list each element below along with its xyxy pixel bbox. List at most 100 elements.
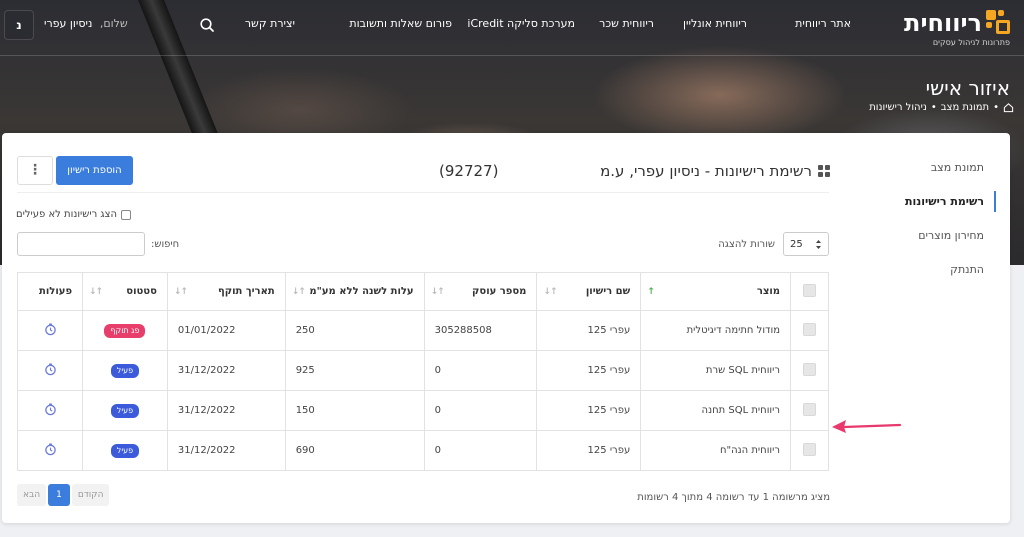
sort-icon: ↑↓	[430, 287, 445, 297]
more-options-button[interactable]: ⋮	[17, 156, 53, 185]
search-label: חיפוש:	[151, 238, 180, 250]
column-header-actions: פעולות	[16, 272, 84, 311]
cell-cost: 690	[284, 430, 425, 471]
side-menu: תמונת מצב רשימת רישיונות מחירון מוצרים ה…	[896, 159, 996, 295]
greeting-text: שלום,	[99, 17, 128, 30]
cell-business-no: 0	[423, 390, 538, 431]
cell-expiry: 31/12/2022	[166, 350, 286, 391]
sidebar-item-logout[interactable]: התנתק	[896, 261, 996, 278]
cell-expiry: 31/12/2022	[166, 430, 286, 471]
nav-item-site[interactable]: אתר ריווחית	[795, 17, 851, 30]
sort-icon: ↑↓	[89, 287, 103, 297]
arrow-icon	[832, 420, 902, 433]
logo[interactable]: ריווחית פתרונות לניהול עסקים	[898, 8, 1010, 48]
list-title: רשימת רישיונות - ניסיון עפרי, ע.מ	[600, 162, 830, 180]
breadcrumb-dashboard[interactable]: תמונת מצב	[941, 102, 989, 113]
cell-cost: 925	[284, 350, 425, 391]
status-badge: פעיל	[110, 363, 140, 378]
customer-number: (92727)	[439, 162, 499, 180]
nav-item-forum[interactable]: פורום שאלות ותשובות	[349, 17, 452, 30]
cell-product: ריווחית SQL תחנה	[640, 390, 792, 431]
pagination-page-1[interactable]: 1	[48, 484, 70, 506]
row-checkbox[interactable]	[803, 322, 817, 336]
rows-per-page: 25 שורות להצגה	[718, 232, 829, 256]
search-input[interactable]	[17, 232, 145, 256]
show-inactive-toggle: הצג רישיונות לא פעילים	[16, 209, 132, 220]
status-badge: פג תוקף	[104, 323, 146, 338]
cell-business-no: 305288508	[423, 310, 538, 351]
logo-text: ריווחית	[904, 9, 982, 37]
logo-tagline: פתרונות לניהול עסקים	[932, 38, 1010, 47]
row-checkbox[interactable]	[803, 442, 817, 456]
row-checkbox[interactable]	[803, 402, 817, 416]
clock-icon[interactable]	[44, 322, 57, 336]
cell-expiry: 31/12/2022	[166, 390, 286, 431]
column-header-expiry[interactable]: תאריך תוקף ↑↓	[166, 272, 286, 311]
grid-icon	[818, 165, 830, 177]
select-all-checkbox[interactable]	[803, 283, 817, 297]
pagination-prev[interactable]: הקודם	[71, 484, 110, 506]
column-header-product[interactable]: מוצר ↑	[640, 272, 792, 311]
row-checkbox[interactable]	[803, 362, 817, 376]
sidebar-item-dashboard[interactable]: תמונת מצב	[896, 159, 996, 176]
pagination: הבא 1 הקודם	[17, 484, 110, 506]
cell-product: ריווחית SQL שרת	[640, 350, 792, 391]
table-search: חיפוש:	[17, 232, 179, 256]
show-inactive-checkbox[interactable]	[121, 209, 132, 220]
sidebar-item-pricelist[interactable]: מחירון מוצרים	[896, 227, 996, 244]
sort-icon: ↑	[647, 287, 654, 297]
nav-item-payroll[interactable]: ריווחית שכר	[599, 17, 654, 30]
rows-per-page-value: 25	[790, 238, 803, 250]
cell-cost: 150	[284, 390, 425, 431]
cell-cost: 250	[284, 310, 425, 351]
status-badge: פעיל	[110, 443, 140, 458]
table-row: ריווחית הנה"ח עפרי 125 0 690 31/12/2022 …	[16, 430, 829, 471]
breadcrumb: • תמונת מצב • ניהול רישיונות	[869, 102, 1014, 113]
column-header-cost[interactable]: עלות לשנה ללא מע"מ ↑↓	[284, 272, 425, 311]
licenses-table: מוצר ↑ שם רישיון ↑↓ מספר עוסק ↑↓ עלות לשנה …	[16, 272, 829, 471]
cell-license: עפרי 125	[536, 350, 642, 391]
cell-business-no: 0	[423, 350, 538, 391]
top-navbar: ריווחית פתרונות לניהול עסקים אתר ריווחית…	[0, 0, 1024, 52]
clock-icon[interactable]	[44, 402, 57, 416]
add-license-button[interactable]: הוספת רישיון	[56, 156, 133, 185]
search-icon[interactable]	[199, 17, 215, 33]
nav-item-icredit[interactable]: מערכת סליקה iCredit	[467, 17, 575, 30]
clock-icon[interactable]	[44, 362, 57, 376]
sort-icon: ↑↓	[543, 287, 557, 297]
rows-per-page-select[interactable]: 25	[783, 232, 829, 256]
column-header-business-no[interactable]: מספר עוסק ↑↓	[423, 272, 538, 311]
nav-item-online[interactable]: ריווחית אונליין	[683, 17, 747, 30]
status-badge: פעיל	[110, 403, 140, 418]
cell-product: ריווחית הנה"ח	[640, 430, 792, 471]
table-header-row: מוצר ↑ שם רישיון ↑↓ מספר עוסק ↑↓ עלות לשנה …	[16, 272, 829, 311]
table-row: מודול חתימה דיגיטלית עפרי 125 305288508 …	[16, 310, 829, 351]
table-row: ריווחית SQL שרת עפרי 125 0 925 31/12/202…	[16, 350, 829, 391]
navbar-divider	[0, 55, 1024, 56]
page-title: איזור אישי	[925, 76, 1010, 100]
avatar[interactable]: נ	[4, 10, 34, 40]
rows-per-page-label: שורות להצגה	[718, 238, 775, 250]
cell-license: עפרי 125	[536, 430, 642, 471]
chevron-updown-icon	[816, 239, 821, 249]
column-header-status[interactable]: סטטוס ↑↓	[82, 272, 168, 311]
column-header-license[interactable]: שם רישיון ↑↓	[536, 272, 642, 311]
divider	[17, 192, 829, 193]
header-select-all	[790, 272, 829, 311]
sort-icon: ↑↓	[173, 287, 188, 297]
cell-expiry: 01/01/2022	[166, 310, 286, 351]
cell-license: עפרי 125	[536, 390, 642, 431]
nav-item-contact[interactable]: יצירת קשר	[245, 17, 295, 30]
sidebar-item-licenses[interactable]: רשימת רישיונות	[896, 191, 996, 212]
list-title-text: רשימת רישיונות - ניסיון עפרי, ע.מ	[600, 162, 812, 180]
pagination-next[interactable]: הבא	[17, 484, 47, 506]
cell-business-no: 0	[423, 430, 538, 471]
clock-icon[interactable]	[44, 442, 57, 456]
home-icon[interactable]	[1003, 102, 1014, 113]
content-card: תמונת מצב רשימת רישיונות מחירון מוצרים ה…	[2, 133, 1010, 523]
logo-mark-icon	[986, 10, 1010, 34]
cell-license: עפרי 125	[536, 310, 642, 351]
show-inactive-label: הצג רישיונות לא פעילים	[16, 209, 118, 220]
sort-icon: ↑↓	[291, 287, 306, 297]
user-name[interactable]: ניסיון עפרי	[44, 17, 92, 30]
